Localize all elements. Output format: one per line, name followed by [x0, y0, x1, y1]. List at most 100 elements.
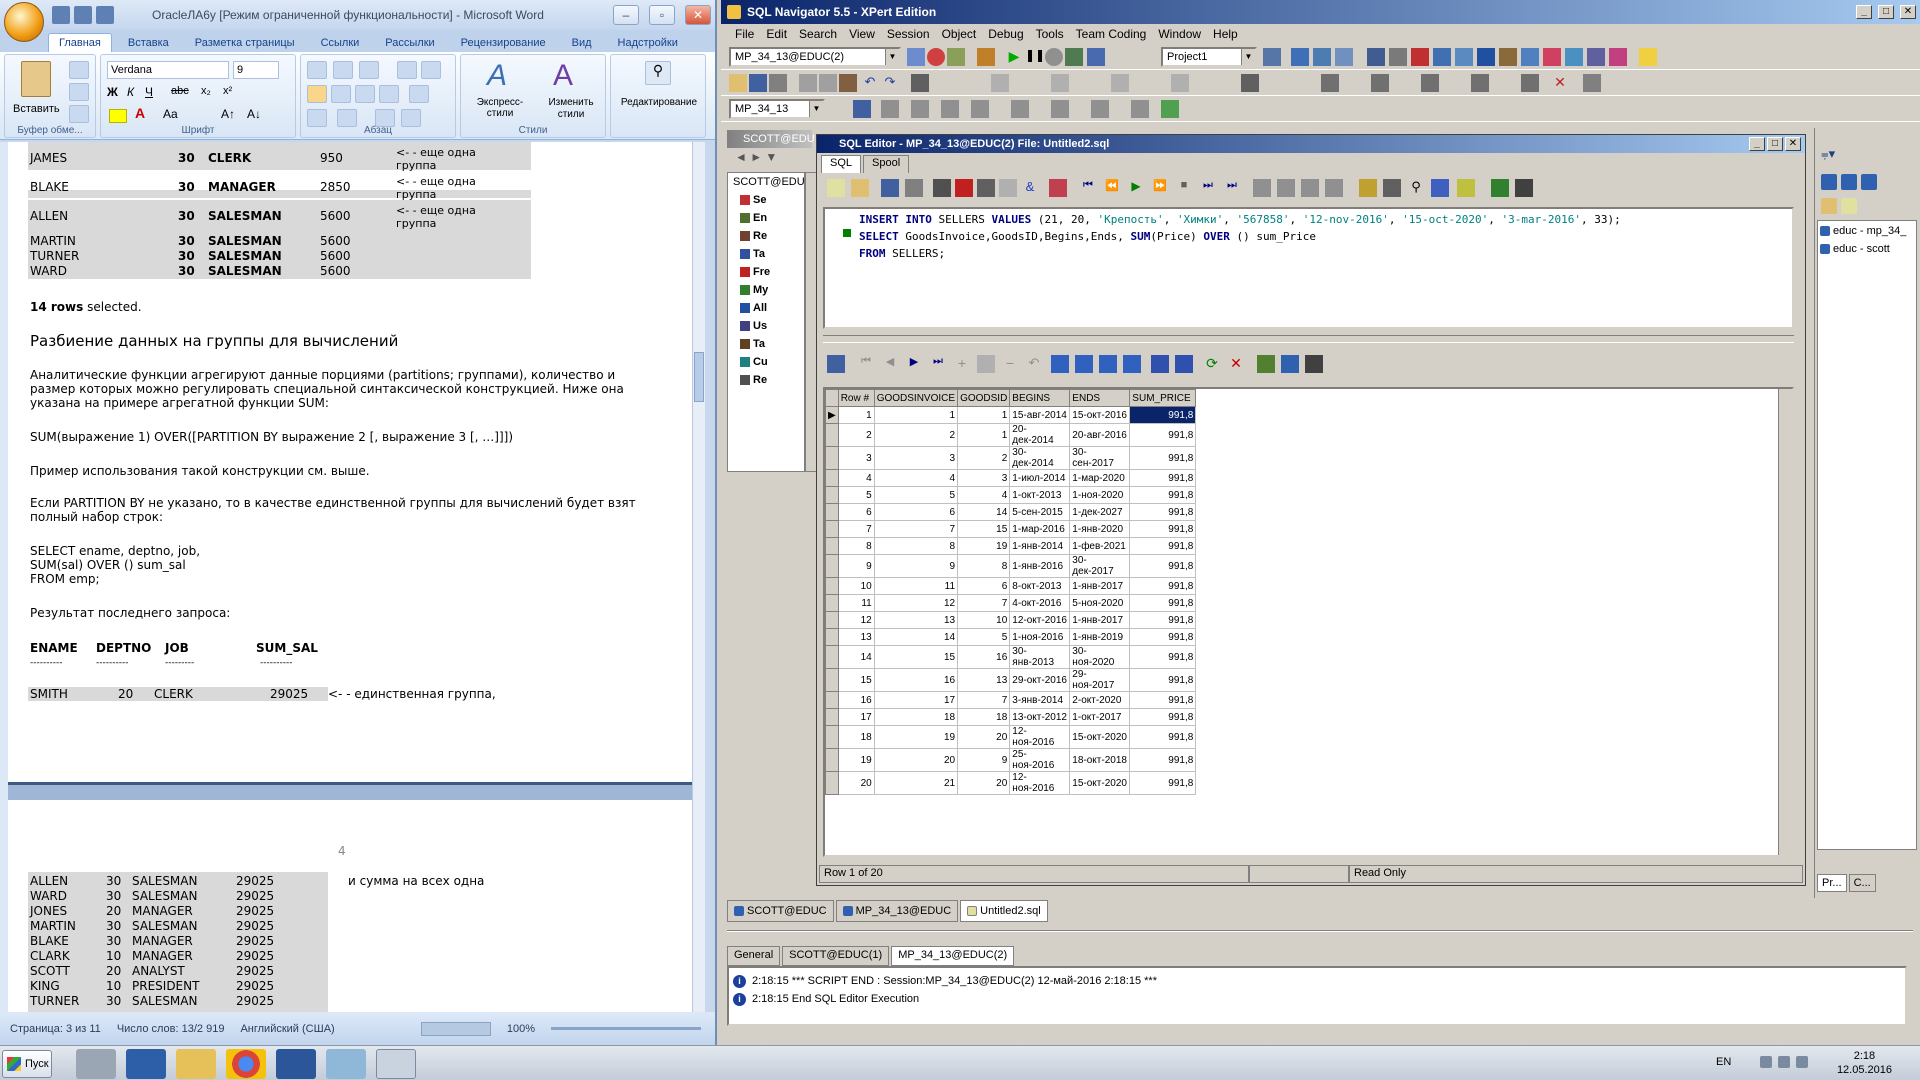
explain-plan-icon[interactable] — [1433, 48, 1451, 66]
grid-cell[interactable]: 9 — [957, 748, 1011, 772]
schema-combo[interactable]: MP_34_13 ▼ — [729, 99, 825, 119]
sql-code-editor[interactable]: INSERT INTO SELLERS VALUES (21, 20, 'Кре… — [823, 207, 1794, 329]
save-icon[interactable] — [52, 6, 70, 24]
grid-header[interactable]: Row # — [837, 389, 875, 407]
tree-item[interactable]: All — [728, 299, 804, 317]
grid-cell[interactable]: 15-авг-2014 — [1009, 406, 1071, 424]
grid-cell[interactable]: 1-янв-2016 — [1009, 554, 1071, 578]
grid-cell[interactable]: 991,8 — [1129, 594, 1197, 612]
row-indicator[interactable] — [825, 520, 839, 538]
copy-icon[interactable] — [819, 74, 837, 92]
tool-icon[interactable] — [881, 100, 899, 118]
row-indicator[interactable] — [825, 503, 839, 521]
print-icon[interactable] — [769, 74, 787, 92]
table-row[interactable]: 8 8 19 1-янв-2014 1-фев-2021 991,8 — [825, 537, 1197, 555]
grid-cell[interactable]: 7 — [873, 520, 959, 538]
ampersand-icon[interactable]: & — [1021, 179, 1039, 197]
table-row[interactable]: 5 5 4 1-окт-2013 1-ноя-2020 991,8 — [825, 486, 1197, 504]
grid-cell[interactable]: 2 — [957, 446, 1011, 470]
refresh-icon[interactable] — [1087, 48, 1105, 66]
grid-cell[interactable]: 6 — [873, 503, 959, 521]
copy-icon[interactable] — [69, 83, 89, 101]
project-item[interactable]: educ - scott — [1818, 241, 1916, 257]
dba-icon[interactable] — [1521, 48, 1539, 66]
menu-file[interactable]: File — [735, 27, 754, 41]
grid-cell[interactable]: 21 — [873, 771, 959, 795]
grid-cell[interactable]: 15-окт-2020 — [1069, 725, 1131, 749]
row-indicator[interactable] — [825, 469, 839, 487]
tree-item[interactable]: Re — [728, 371, 804, 389]
align-right-icon[interactable] — [355, 85, 375, 103]
grid-cell[interactable]: 1 — [957, 423, 1011, 447]
grid-cell[interactable]: 10 — [957, 611, 1011, 629]
grid-cell[interactable]: 18 — [837, 725, 875, 749]
grid-cell[interactable]: 12 — [873, 594, 959, 612]
tool-icon[interactable] — [1253, 179, 1271, 197]
check-icon[interactable] — [1065, 48, 1083, 66]
grid-cell[interactable]: 12-ноя-2016 — [1009, 771, 1071, 795]
grid-cell[interactable]: 9 — [873, 554, 959, 578]
grid-cell[interactable]: 7 — [957, 691, 1011, 709]
grid-cell[interactable]: 11 — [837, 594, 875, 612]
grid-cell[interactable]: 991,8 — [1129, 748, 1197, 772]
tree-item[interactable]: Fre — [728, 263, 804, 281]
maximize-button[interactable]: □ — [1767, 137, 1783, 151]
row-indicator[interactable] — [825, 708, 839, 726]
tab-mailings[interactable]: Рассылки — [375, 34, 444, 52]
grid-cell[interactable]: 9 — [837, 554, 875, 578]
doc-tab-scott[interactable]: SCOTT@EDUC — [727, 900, 834, 922]
vertical-scrollbar[interactable] — [692, 142, 705, 1012]
doc-tab-untitled[interactable]: Untitled2.sql — [960, 900, 1048, 922]
grid-cell[interactable]: 991,8 — [1129, 486, 1197, 504]
refresh-icon[interactable]: ⟳ — [1203, 355, 1221, 373]
tab-projects[interactable]: Pr... — [1817, 874, 1847, 892]
grid-cell[interactable]: 3 — [957, 469, 1011, 487]
format-icon[interactable] — [1359, 179, 1377, 197]
table-row[interactable]: 19 20 9 25-ноя-2016 18-окт-2018 991,8 — [825, 748, 1197, 772]
powershell-icon[interactable] — [126, 1049, 166, 1079]
menu-edit[interactable]: Edit — [766, 27, 787, 41]
doc-tab-mp[interactable]: MP_34_13@EDUC — [835, 900, 959, 922]
editing-button[interactable]: Редактирование — [613, 97, 705, 108]
open-icon[interactable] — [851, 179, 869, 197]
grid-cell[interactable]: 19 — [837, 748, 875, 772]
menu-window[interactable]: Window — [1158, 27, 1201, 41]
grid-cell[interactable]: 5-сен-2015 — [1009, 503, 1071, 521]
tree-item[interactable]: Se — [728, 191, 804, 209]
grid-cell[interactable]: 2 — [837, 423, 875, 447]
row-indicator[interactable] — [825, 645, 839, 669]
tree-item[interactable]: Ta — [728, 335, 804, 353]
start-button[interactable]: Пуск — [2, 1050, 52, 1078]
paste-icon[interactable] — [839, 74, 857, 92]
grid-cell[interactable]: 18 — [957, 708, 1011, 726]
task-icon[interactable] — [1587, 48, 1605, 66]
grid-cell[interactable]: 1-мар-2016 — [1009, 520, 1071, 538]
project-icon[interactable] — [1263, 48, 1281, 66]
office-button[interactable] — [4, 2, 44, 42]
tool-icon[interactable] — [1301, 179, 1319, 197]
grid-cell[interactable]: 1-окт-2017 — [1069, 708, 1131, 726]
grid-cell[interactable]: 19 — [957, 537, 1011, 555]
print-icon[interactable] — [905, 179, 923, 197]
grid-cell[interactable]: 12-ноя-2016 — [1009, 725, 1071, 749]
font-name-select[interactable]: Verdana — [107, 61, 229, 79]
grid-cell[interactable]: 20 — [837, 771, 875, 795]
undo-icon[interactable]: ↶ — [861, 74, 879, 92]
line-spacing-icon[interactable] — [409, 85, 429, 103]
grid-cell[interactable]: 991,8 — [1129, 503, 1197, 521]
first-record-icon[interactable]: ⏮ — [857, 355, 875, 373]
nsd-icon[interactable] — [1075, 355, 1093, 373]
network-tray-icon[interactable] — [1778, 1056, 1790, 1068]
row-indicator[interactable] — [825, 611, 839, 629]
grid-cell[interactable]: 1-фев-2021 — [1069, 537, 1131, 555]
connect-icon[interactable] — [907, 48, 925, 66]
row-indicator[interactable] — [825, 446, 839, 470]
tree-item[interactable]: SCOTT@EDUC — [728, 173, 813, 191]
compile-icon[interactable] — [1321, 74, 1339, 92]
step-icon[interactable] — [999, 179, 1017, 197]
grid-cell[interactable]: 13 — [873, 611, 959, 629]
underline-icon[interactable]: Ч — [145, 85, 153, 99]
tool-icon[interactable] — [911, 100, 929, 118]
result-grid[interactable]: Row # GOODSINVOICE GOODSID BEGINS ENDS S… — [823, 387, 1794, 857]
grid-scrollbar[interactable] — [1778, 389, 1792, 855]
